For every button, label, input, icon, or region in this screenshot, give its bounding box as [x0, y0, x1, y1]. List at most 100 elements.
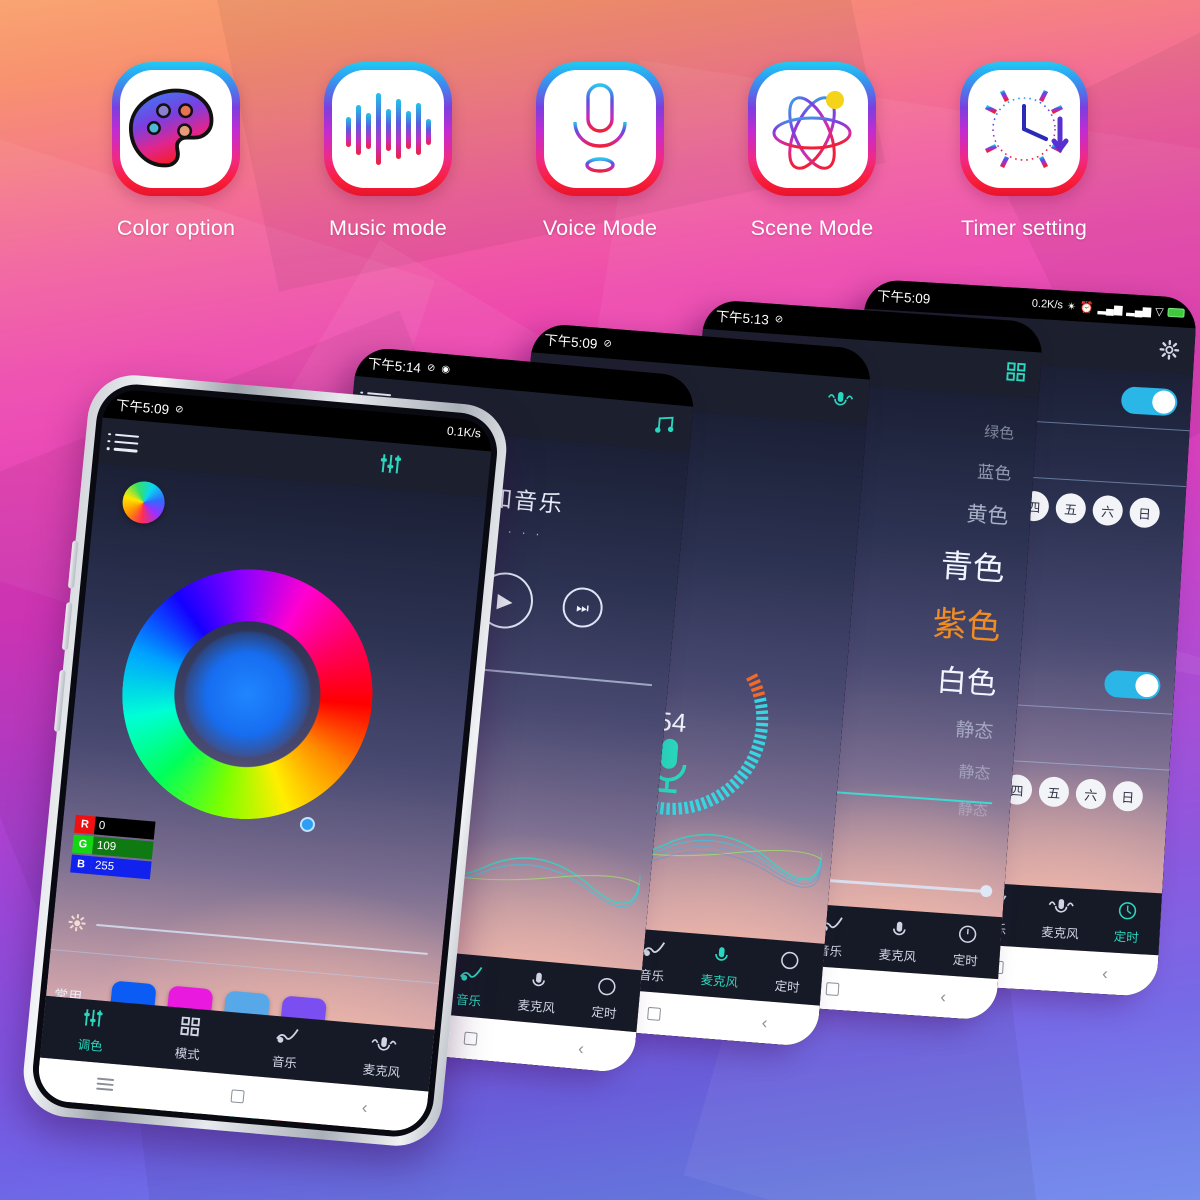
nav-item-mode[interactable]: 模式: [138, 1012, 240, 1066]
nav-item-microphone[interactable]: 麦克风: [1026, 894, 1095, 944]
weekday-chip[interactable]: 五: [1054, 492, 1087, 525]
slider-track[interactable]: [96, 923, 429, 955]
timer-on-toggle[interactable]: [1120, 386, 1179, 417]
nav-label: 定时: [1113, 929, 1140, 946]
gear-icon[interactable]: [1158, 338, 1181, 361]
clock-icon: [968, 70, 1080, 188]
color-preview-swatch[interactable]: [120, 479, 167, 526]
status-icons: 0.2K/s ✴ ⏰ ▂▄▆ ▂▄▆ ▽: [1031, 297, 1185, 319]
microphone-icon: [687, 941, 757, 968]
nav-item-timer[interactable]: 定时: [569, 972, 641, 1024]
nav-label: 定时: [952, 952, 979, 969]
weekday-chip[interactable]: 日: [1111, 780, 1144, 813]
weekday-chip[interactable]: 六: [1075, 778, 1107, 810]
feature-icon-frame: [112, 62, 240, 196]
feature-icon-frame: [748, 62, 876, 196]
status-time: 下午5:09: [876, 288, 931, 307]
nav-item-microphone[interactable]: 麦克风: [685, 941, 756, 992]
home-square-icon[interactable]: [463, 1031, 478, 1046]
nav-label: 麦克风: [516, 998, 556, 1016]
feature-music-mode[interactable]: Music mode: [324, 62, 452, 241]
nav-label: 音乐: [271, 1054, 298, 1071]
mute-icon: ⊘: [426, 361, 436, 374]
signal-icon: ▂▄▆: [1126, 303, 1152, 318]
nav-item-timer[interactable]: 定时: [753, 946, 824, 997]
rgb-readout: R 0 G 109 B 255: [70, 814, 156, 882]
rgb-key: R: [74, 814, 96, 835]
feature-label: Timer setting: [960, 216, 1088, 240]
grid-icon: [140, 1012, 239, 1042]
nav-item-timer[interactable]: 定时: [931, 920, 1002, 971]
status-time: 下午5:09: [543, 332, 598, 352]
nav-item-timer[interactable]: 定时: [1093, 897, 1162, 947]
mic-wave-icon: [825, 387, 855, 414]
nav-item-microphone[interactable]: 麦克风: [502, 966, 574, 1018]
feature-row: Color option Music mode Voice Mode Scene…: [0, 62, 1200, 241]
alarm-icon: ⏰: [1079, 301, 1095, 314]
nav-item-color[interactable]: 调色: [41, 1004, 143, 1058]
mute-icon: ⊘: [174, 403, 185, 416]
nav-label: 模式: [174, 1046, 201, 1063]
brightness-slider[interactable]: [68, 914, 429, 961]
nav-item-microphone[interactable]: 麦克风: [863, 916, 934, 967]
status-time: 下午5:13: [715, 308, 770, 328]
next-track-icon[interactable]: ⏭: [560, 585, 605, 630]
home-square-icon[interactable]: [230, 1088, 245, 1103]
nav-label: 麦克风: [362, 1062, 401, 1080]
feature-voice-mode[interactable]: Voice Mode: [536, 62, 664, 241]
phone-screen: 下午5:09 ⊘ 0.1K/s R 0 G 109 B 255 常用 调色 模式…: [35, 387, 495, 1134]
brightness-icon: [68, 914, 86, 932]
back-chevron-icon[interactable]: ‹: [361, 1097, 369, 1116]
rgb-key: B: [70, 854, 92, 875]
grid-icon: [1005, 361, 1028, 387]
feature-timer-setting[interactable]: Timer setting: [960, 62, 1088, 241]
nav-label: 音乐: [638, 968, 665, 985]
rgb-value: 255: [90, 856, 152, 880]
phone-color-option: 下午5:09 ⊘ 0.1K/s R 0 G 109 B 255 常用 调色 模式…: [19, 371, 511, 1150]
weekday-chip[interactable]: 六: [1091, 494, 1124, 527]
battery-icon: [1167, 307, 1185, 318]
back-chevron-icon[interactable]: ‹: [1102, 964, 1109, 983]
timer-off-toggle[interactable]: [1103, 669, 1162, 700]
microphone-icon: [334, 1029, 433, 1059]
hamburger-icon[interactable]: [113, 433, 140, 453]
signal-hd-icon: ▂▄▆: [1097, 302, 1123, 316]
mute-icon: ⊘: [603, 337, 613, 350]
menu-icon[interactable]: [96, 1075, 115, 1094]
nav-label: 麦克风: [878, 947, 917, 965]
feature-icon-frame: [960, 62, 1088, 196]
rgb-value: 109: [92, 836, 154, 860]
wifi-icon: ▽: [1154, 305, 1164, 318]
music-note-icon: [237, 1021, 336, 1051]
palette-icon: [120, 70, 232, 188]
home-square-icon[interactable]: [647, 1006, 662, 1021]
nav-label: 定时: [590, 1005, 618, 1022]
status-time: 下午5:09: [115, 397, 170, 418]
timer-icon: [572, 972, 642, 1000]
back-chevron-icon[interactable]: ‹: [940, 987, 947, 1006]
nav-label: 麦克风: [1040, 925, 1080, 942]
color-wheel-handle[interactable]: [299, 816, 316, 833]
rgb-key: G: [72, 834, 94, 855]
nav-item-music[interactable]: 音乐: [235, 1021, 337, 1075]
sliders-icon[interactable]: [376, 451, 405, 480]
back-chevron-icon[interactable]: ‹: [577, 1038, 584, 1057]
sliders-icon: [43, 1004, 142, 1034]
status-time: 下午5:14: [367, 356, 422, 376]
bluetooth-icon: ✴: [1066, 300, 1077, 313]
feature-label: Voice Mode: [542, 216, 658, 240]
feature-label: Color option: [116, 216, 236, 240]
equalizer-icon: [332, 70, 444, 188]
home-square-icon[interactable]: [825, 981, 840, 996]
feature-color-option[interactable]: Color option: [112, 62, 240, 241]
mute-icon: ⊘: [774, 313, 784, 326]
music-note-icon: [652, 414, 678, 441]
microphone-icon: [544, 70, 656, 188]
nav-item-microphone[interactable]: 麦克风: [332, 1029, 434, 1083]
atom-icon: [756, 70, 868, 188]
timer-icon: [1094, 897, 1162, 923]
back-chevron-icon[interactable]: ‹: [761, 1013, 768, 1032]
feature-scene-mode[interactable]: Scene Mode: [748, 62, 876, 241]
weekday-chip[interactable]: 五: [1038, 775, 1070, 808]
weekday-chip[interactable]: 日: [1128, 496, 1161, 529]
